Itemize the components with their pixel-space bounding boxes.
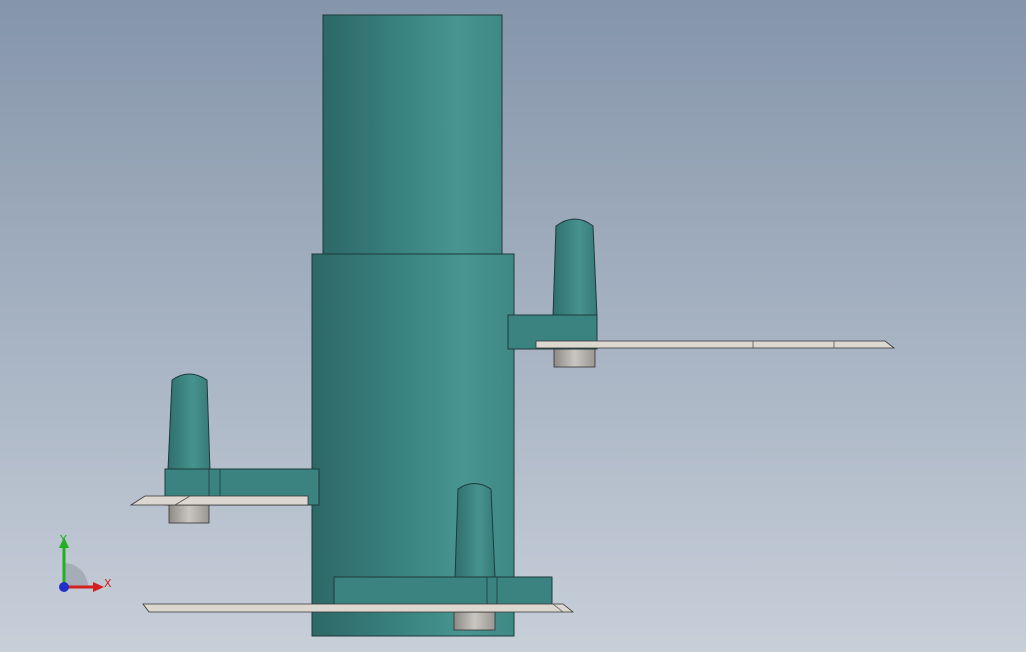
axis-triad: Y X <box>59 533 112 592</box>
z-axis <box>59 582 69 592</box>
x-axis-label: X <box>104 577 112 590</box>
y-axis-label: Y <box>59 533 67 546</box>
right-terminal[interactable] <box>507 218 896 368</box>
model-view[interactable] <box>0 0 1026 652</box>
graphics-viewport[interactable]: Y X <box>0 0 1026 652</box>
upper-cylinder[interactable] <box>322 14 503 256</box>
left-terminal[interactable] <box>129 373 320 524</box>
